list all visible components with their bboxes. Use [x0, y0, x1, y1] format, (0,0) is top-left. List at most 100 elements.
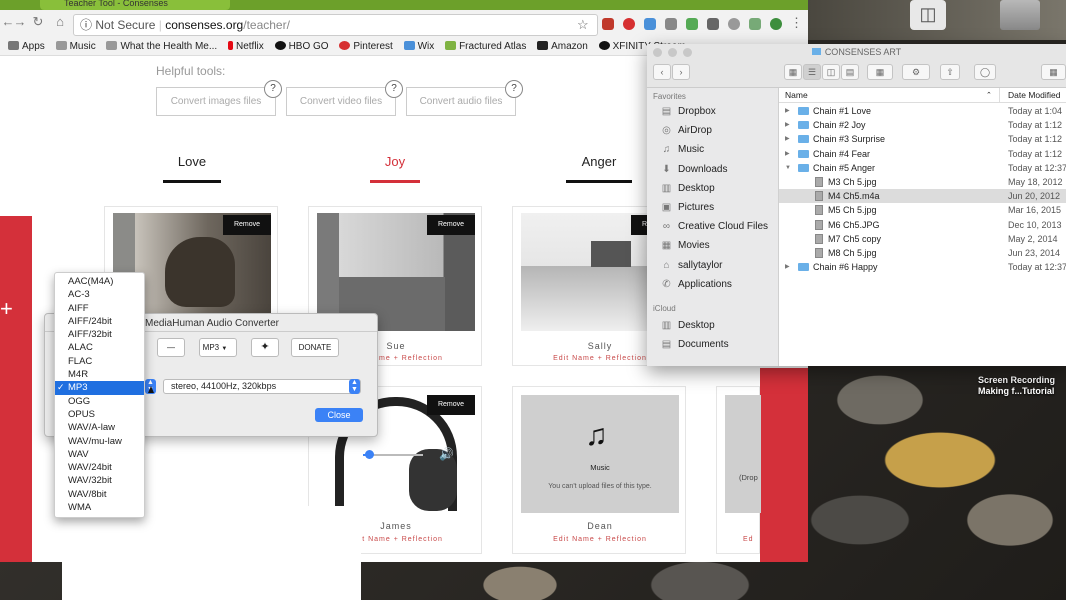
dropbox-ext-icon[interactable] — [644, 18, 656, 30]
tab-anger[interactable]: Anger — [566, 154, 632, 169]
format-option[interactable]: WAV/8bit — [55, 488, 144, 501]
extension-icon[interactable] — [728, 18, 740, 30]
file-row[interactable]: M3 Ch 5.jpg May 18, 2012 — [779, 175, 1066, 189]
format-option[interactable]: OGG — [55, 395, 144, 408]
folder-row[interactable]: ▶ Chain #4 Fear Today at 1:12 — [779, 147, 1066, 161]
media-card[interactable]: ♫ Music You can't upload files of this t… — [512, 386, 686, 554]
format-option[interactable]: AAC(M4A) — [55, 275, 144, 288]
speaker-icon[interactable]: 🔊 — [439, 447, 454, 461]
pinterest-ext-icon[interactable] — [623, 18, 635, 30]
sidebar-item-music[interactable]: ♫ Music — [647, 140, 704, 159]
remove-button[interactable]: Remove — [223, 215, 271, 235]
convert-audio-button[interactable]: Convert audio files — [406, 87, 516, 116]
zoom-icon[interactable] — [683, 48, 692, 57]
extension-icon[interactable] — [749, 18, 761, 30]
settings-icon[interactable]: ✦ — [251, 338, 279, 357]
format-option[interactable]: AIFF/32bit — [55, 328, 144, 341]
tab-joy[interactable]: Joy — [370, 154, 420, 169]
sidebar-item-desktop[interactable]: ▥ Desktop — [647, 179, 715, 198]
file-row[interactable]: M6 Ch5.JPG Dec 10, 2013 — [779, 218, 1066, 232]
edit-link-partial[interactable]: Ed — [743, 536, 754, 543]
gallery-view-icon[interactable]: ▤ — [841, 64, 859, 80]
remove-item-button[interactable]: — — [157, 338, 185, 357]
column-view-icon[interactable]: ◫ — [822, 64, 840, 80]
forward-icon[interactable]: › — [672, 64, 690, 80]
file-row[interactable]: M8 Ch 5.jpg Jun 23, 2014 — [779, 246, 1066, 260]
share-icon[interactable]: ⇧ — [940, 64, 960, 80]
folder-row[interactable]: ▶ Chain #6 Happy Today at 12:37 — [779, 260, 1066, 274]
gear-icon[interactable]: ⚙ — [902, 64, 930, 80]
drive-icon[interactable]: ◫ — [910, 0, 946, 30]
address-bar[interactable]: ⓘ Not Secure | consenses.org/teacher/ — [73, 14, 598, 36]
format-option[interactable]: OPUS — [55, 408, 144, 421]
close-button[interactable]: Close — [315, 408, 363, 422]
bookmark-pinterest[interactable]: Pinterest — [339, 38, 393, 55]
file-row[interactable]: M7 Ch5 copy May 2, 2014 — [779, 232, 1066, 246]
sidebar-item-desktop[interactable]: ▥ Desktop — [647, 316, 715, 335]
bookmark-wix[interactable]: Wix — [403, 38, 434, 55]
disclosure-icon[interactable]: ▼ — [785, 161, 793, 175]
back-icon[interactable]: ‹ — [653, 64, 671, 80]
menu-icon[interactable]: ⋮ — [790, 15, 803, 31]
help-icon[interactable]: ? — [264, 80, 282, 98]
sidebar-item-movies[interactable]: ▦ Movies — [647, 236, 710, 255]
format-select[interactable]: MP3 ▼ — [199, 338, 237, 357]
quality-select[interactable]: stereo, 44100Hz, 320kbps — [163, 379, 361, 394]
bookmark-netflix[interactable]: Netflix — [227, 38, 264, 55]
extension-icon[interactable] — [686, 18, 698, 30]
bookmark-hbo-go[interactable]: HBO GO — [274, 38, 329, 55]
close-icon[interactable] — [653, 48, 662, 57]
add-icon[interactable]: + — [0, 296, 13, 322]
format-option[interactable]: WAV/mu-law — [55, 435, 144, 448]
convert-video-button[interactable]: Convert video files — [286, 87, 396, 116]
sidebar-item-documents[interactable]: ▤ Documents — [647, 335, 729, 354]
media-card[interactable]: (Drop Ed — [716, 386, 761, 554]
extension-icon[interactable] — [770, 18, 782, 30]
format-option[interactable]: WMA — [55, 501, 144, 514]
column-date[interactable]: Date Modified — [1008, 88, 1060, 103]
file-row[interactable]: M4 Ch5.m4a Jun 20, 2012 — [779, 189, 1066, 204]
sidebar-item-airdrop[interactable]: ◎ AirDrop — [647, 121, 712, 140]
info-icon[interactable]: ⓘ — [80, 18, 92, 32]
sidebar-item-applications[interactable]: ✆ Applications — [647, 275, 732, 294]
remove-button[interactable]: Remove — [427, 215, 475, 235]
bookmark-star-icon[interactable]: ☆ — [577, 17, 589, 33]
bookmark-apps[interactable]: Apps — [8, 38, 45, 55]
browser-tab[interactable]: Teacher Tool - Consenses — [40, 0, 230, 10]
format-option[interactable]: WAV/A-law — [55, 421, 144, 434]
bookmark-what-the-health[interactable]: What the Health Me... — [106, 38, 217, 55]
folder-row[interactable]: ▶ Chain #1 Love Today at 1:04 — [779, 104, 1066, 118]
format-option[interactable]: AIFF — [55, 302, 144, 315]
hard-disk-icon[interactable] — [1000, 0, 1040, 30]
sort-icon[interactable]: ⌃ — [986, 88, 992, 103]
icon-view-icon[interactable]: ▦ — [784, 64, 802, 80]
bookmark-amazon[interactable]: Amazon — [537, 38, 588, 55]
dropbox-icon[interactable]: ▦ — [1041, 64, 1066, 80]
sidebar-item-sallytaylor[interactable]: ⌂ sallytaylor — [647, 256, 722, 275]
quality-stepper[interactable]: ▲ ▼ — [349, 379, 360, 394]
format-option[interactable]: M4R — [55, 368, 144, 381]
forward-icon[interactable]: → — [12, 14, 28, 29]
tab-love[interactable]: Love — [163, 154, 221, 169]
reload-icon[interactable]: ↻ — [30, 14, 46, 30]
file-row[interactable]: M5 Ch 5.jpg Mar 16, 2015 — [779, 203, 1066, 217]
format-option[interactable]: WAV — [55, 448, 144, 461]
minimize-icon[interactable] — [668, 48, 677, 57]
format-option[interactable]: WAV/32bit — [55, 474, 144, 487]
folder-row[interactable]: ▼ Chain #5 Anger Today at 12:37 — [779, 161, 1066, 175]
disclosure-icon[interactable]: ▶ — [785, 260, 793, 274]
remove-button[interactable]: Remove — [427, 395, 475, 415]
bookmark-music[interactable]: Music — [55, 38, 96, 55]
format-option[interactable]: FLAC — [55, 355, 144, 368]
card-name[interactable]: Dean — [513, 521, 687, 531]
sidebar-item-downloads[interactable]: ⬇ Downloads — [647, 160, 727, 179]
volume-knob[interactable] — [365, 450, 374, 459]
drop-placeholder[interactable] — [725, 395, 761, 513]
extension-icon[interactable] — [602, 18, 614, 30]
home-icon[interactable]: ⌂ — [52, 14, 68, 29]
column-name[interactable]: Name — [785, 88, 808, 103]
format-option[interactable]: AC-3 — [55, 288, 144, 301]
disclosure-icon[interactable]: ▶ — [785, 118, 793, 132]
edit-link[interactable]: Edit Name + Reflection — [513, 536, 687, 543]
disclosure-icon[interactable]: ▶ — [785, 104, 793, 118]
